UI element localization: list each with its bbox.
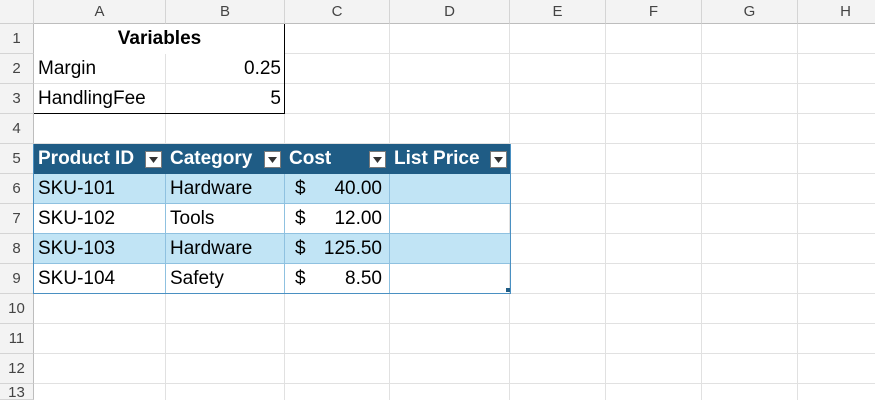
gridline	[797, 24, 798, 400]
currency-symbol: $	[295, 178, 306, 199]
column-header-e[interactable]: E	[510, 0, 606, 24]
cell-category[interactable]: Safety	[166, 264, 284, 294]
header-list-price[interactable]: List Price	[390, 144, 490, 174]
column-header-a[interactable]: A	[34, 0, 166, 24]
variable-name-margin[interactable]: Margin	[34, 54, 166, 84]
currency-symbol: $	[295, 268, 306, 289]
currency-symbol: $	[295, 238, 306, 259]
cell-product-id[interactable]: SKU-103	[34, 234, 165, 264]
row-header-2[interactable]: 2	[0, 54, 34, 84]
row-header-7[interactable]: 7	[0, 204, 34, 234]
column-header-b[interactable]: B	[166, 0, 285, 24]
row-header-5[interactable]: 5	[0, 144, 34, 174]
filter-dropdown-icon	[373, 156, 382, 163]
gridline	[701, 24, 702, 400]
currency-symbol: $	[295, 208, 306, 229]
cell-list-price[interactable]	[390, 174, 509, 204]
cell-cost[interactable]: 12.00	[310, 204, 386, 234]
header-cost[interactable]: Cost	[285, 144, 365, 174]
row-header-8[interactable]: 8	[0, 234, 34, 264]
filter-button-category[interactable]	[264, 151, 281, 168]
cell-product-id[interactable]: SKU-102	[34, 204, 165, 234]
column-header-g[interactable]: G	[702, 0, 798, 24]
header-product-id[interactable]: Product ID	[34, 144, 144, 174]
cell-list-price[interactable]	[390, 204, 509, 234]
header-category[interactable]: Category	[166, 144, 263, 174]
gridline	[165, 54, 166, 114]
variables-title[interactable]: Variables	[34, 24, 285, 54]
cell-category[interactable]: Hardware	[166, 234, 284, 264]
spreadsheet-grid[interactable]: A B C D E F G H 1 2 3 4 5 6 7 8 9 10 11 …	[0, 0, 875, 400]
cell-product-id[interactable]: SKU-104	[34, 264, 165, 294]
variable-value-handlingfee[interactable]: 5	[166, 84, 285, 114]
cell-list-price[interactable]	[390, 234, 509, 264]
gridline	[34, 353, 875, 354]
cell-cost[interactable]: 125.50	[310, 234, 386, 264]
cell-cost[interactable]: 8.50	[310, 264, 386, 294]
filter-button-list-price[interactable]	[490, 151, 507, 168]
variable-value-margin[interactable]: 0.25	[166, 54, 285, 84]
filter-button-cost[interactable]	[369, 151, 386, 168]
cell-product-id[interactable]: SKU-101	[34, 174, 165, 204]
row-header-10[interactable]: 10	[0, 294, 34, 324]
filter-dropdown-icon	[149, 156, 158, 163]
row-header-13[interactable]: 13	[0, 384, 34, 400]
row-header-12[interactable]: 12	[0, 354, 34, 384]
column-header-c[interactable]: C	[285, 0, 390, 24]
table-border	[510, 144, 511, 294]
row-header-9[interactable]: 9	[0, 264, 34, 294]
gridline	[34, 383, 875, 384]
row-header-6[interactable]: 6	[0, 174, 34, 204]
filter-dropdown-icon	[494, 156, 503, 163]
column-header-h[interactable]: H	[798, 0, 875, 24]
gridline	[34, 323, 875, 324]
cell-category[interactable]: Hardware	[166, 174, 284, 204]
filter-dropdown-icon	[268, 156, 277, 163]
cell-list-price[interactable]	[390, 264, 509, 294]
table-resize-handle-icon[interactable]	[506, 288, 510, 292]
row-header-4[interactable]: 4	[0, 114, 34, 144]
table-divider	[284, 174, 285, 294]
row-header-1[interactable]: 1	[0, 24, 34, 54]
gridline	[34, 83, 285, 84]
column-header-d[interactable]: D	[390, 0, 510, 24]
cell-category[interactable]: Tools	[166, 204, 284, 234]
row-header-3[interactable]: 3	[0, 84, 34, 114]
filter-button-product-id[interactable]	[145, 151, 162, 168]
cell-cost[interactable]: 40.00	[310, 174, 386, 204]
select-all-corner[interactable]	[0, 0, 34, 24]
row-header-11[interactable]: 11	[0, 324, 34, 354]
gridline	[605, 24, 606, 400]
variable-name-handlingfee[interactable]: HandlingFee	[34, 84, 166, 114]
column-header-f[interactable]: F	[606, 0, 702, 24]
